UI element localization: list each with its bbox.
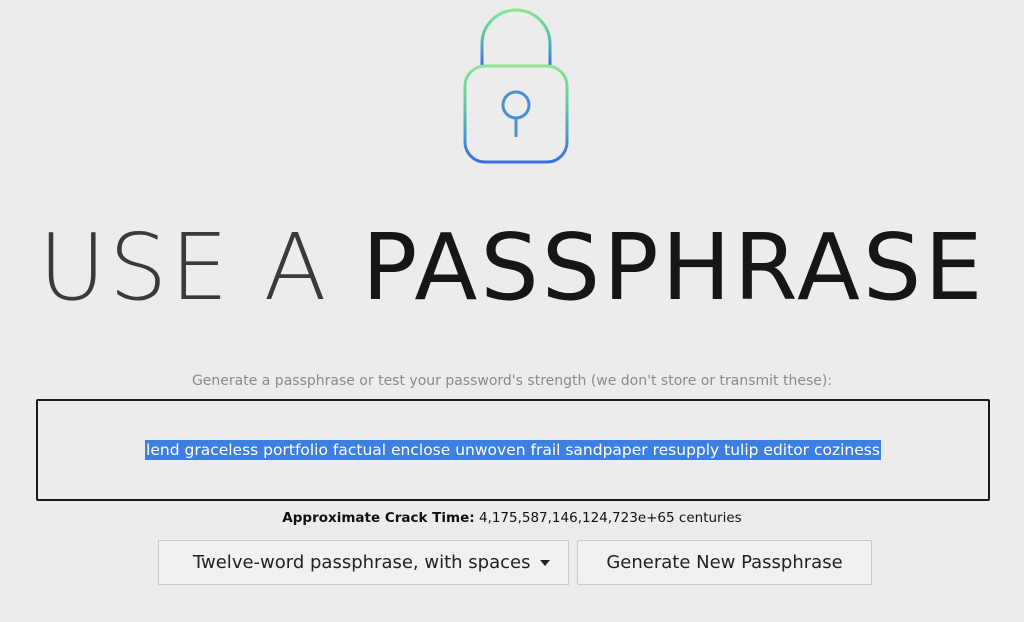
instruction-text: Generate a passphrase or test your passw… bbox=[191, 373, 833, 389]
title-bold-text: PASSPHRASE bbox=[361, 214, 986, 321]
page-title: USE A PASSPHRASE bbox=[0, 222, 1024, 314]
format-select-value: Twelve-word passphrase, with spaces bbox=[193, 552, 531, 573]
title-light-text: USE A bbox=[38, 214, 330, 321]
crack-time-label: Approximate Crack Time: bbox=[282, 510, 475, 526]
lock-icon bbox=[455, 6, 577, 166]
passphrase-format-select[interactable]: Twelve-word passphrase, with spaces bbox=[158, 540, 569, 585]
crack-time-value: 4,175,587,146,124,723e+65 centuries bbox=[478, 510, 742, 526]
caret-down-icon bbox=[540, 559, 551, 566]
generate-passphrase-button[interactable]: Generate New Passphrase bbox=[577, 540, 872, 585]
crack-time: Approximate Crack Time: 4,175,587,146,12… bbox=[0, 510, 1024, 526]
passphrase-text[interactable]: lend graceless portfolio factual enclose… bbox=[145, 440, 881, 460]
passphrase-field[interactable]: lend graceless portfolio factual enclose… bbox=[36, 399, 990, 501]
